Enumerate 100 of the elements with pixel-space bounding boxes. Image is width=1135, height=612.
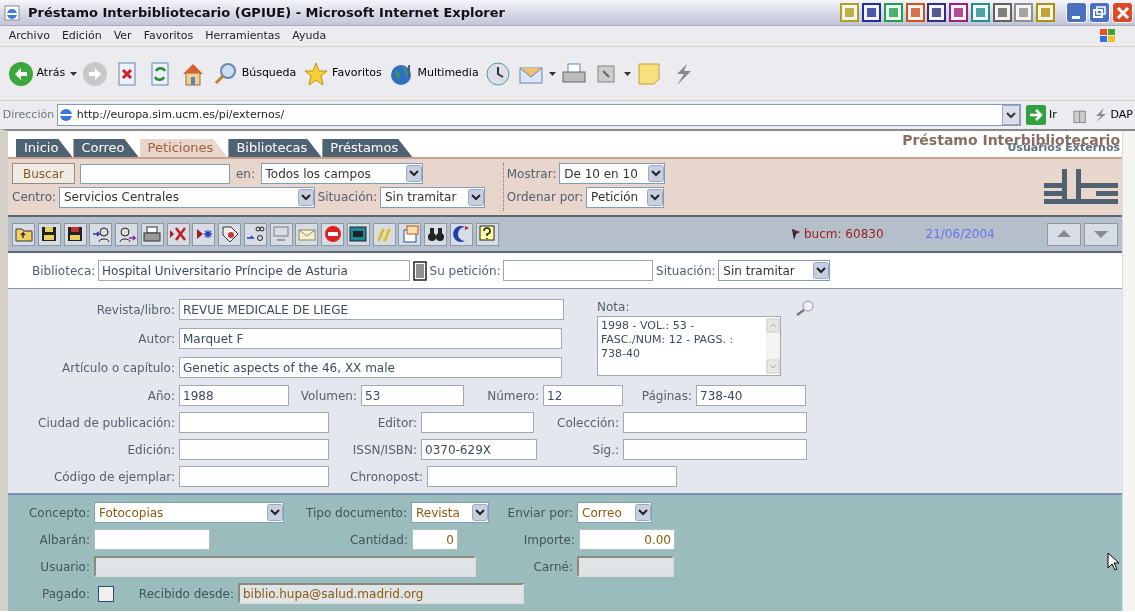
page-size-select[interactable]: De 10 en 10 [559, 163, 666, 184]
previous-button[interactable] [1047, 222, 1082, 246]
field-label: Volumen: [299, 387, 358, 405]
app-shortcut-icon[interactable] [862, 3, 881, 22]
toolbar-button[interactable] [89, 222, 113, 246]
app-shortcut-icon[interactable] [927, 3, 947, 22]
links-button[interactable]: DAP [1089, 104, 1135, 126]
dropdown-caret-icon[interactable] [69, 71, 77, 76]
toolbar-button[interactable]: Favoritos [301, 58, 384, 89]
chevron-icon [297, 188, 314, 206]
centro-select[interactable]: Servicios Centrales [58, 186, 315, 208]
text-field[interactable]: 0.00 [579, 529, 675, 550]
toolbar-button[interactable]: Multimedia [386, 58, 481, 89]
tab[interactable]: Peticiones [139, 139, 228, 157]
person-arrow-icon [116, 224, 137, 244]
field-label: Año: [146, 387, 176, 405]
app-shortcut-icon[interactable] [992, 3, 1012, 22]
tab[interactable]: Correo [73, 139, 139, 157]
menu-item[interactable]: Ver [107, 27, 138, 45]
tab[interactable]: Bibliotecas [228, 139, 322, 157]
search-button[interactable]: Buscar [12, 163, 75, 184]
text-field[interactable] [179, 439, 329, 460]
numbers-icon [245, 224, 266, 244]
tab[interactable]: Préstamos [322, 139, 413, 157]
search-icon [212, 60, 239, 87]
app-shortcut-icon[interactable] [949, 3, 968, 22]
toolbar-button[interactable] [346, 222, 370, 246]
text-field[interactable] [623, 439, 807, 460]
toolbar-button[interactable]: Búsqueda [210, 58, 299, 89]
toolbar-button[interactable] [115, 222, 138, 246]
field-label: Chronopost: [349, 468, 424, 486]
toolbar-button[interactable] [243, 222, 267, 246]
field-label: Cantidad: [349, 531, 409, 549]
dropdown[interactable]: Correo [577, 502, 652, 523]
text-field[interactable] [503, 260, 654, 281]
next-button[interactable] [1084, 222, 1118, 246]
toolbar-button[interactable] [218, 222, 241, 246]
field-label: Situación: [317, 189, 378, 207]
menu-item[interactable]: Ayuda [286, 27, 333, 45]
text-field[interactable] [179, 412, 329, 433]
text-field[interactable] [421, 412, 534, 433]
text-field[interactable]: 738-40 [696, 385, 806, 406]
address-field[interactable]: http://europa.sim.ucm.es/pi/externos/ [56, 104, 1022, 126]
computer-icon [271, 224, 291, 244]
toolbar-button[interactable]: Atrás [5, 58, 68, 89]
text-field[interactable] [179, 466, 329, 487]
text-field[interactable] [623, 412, 807, 433]
field-label: ISSN/ISBN: [351, 441, 418, 459]
text-field[interactable] [94, 529, 210, 550]
list-icon[interactable] [412, 260, 427, 281]
dropdown-caret-icon[interactable] [548, 71, 556, 76]
field-label: Pagado: [40, 585, 91, 603]
search-field-select[interactable]: Todos los campos [260, 163, 423, 184]
dropdown[interactable]: Fotocopias [94, 502, 284, 523]
toolbar-button[interactable] [166, 222, 190, 246]
toolbar-button[interactable] [140, 222, 164, 246]
text-field[interactable] [427, 466, 677, 487]
field-label: Su petición: [429, 262, 501, 280]
text-field[interactable]: Genetic aspects of the 46, XX male [179, 357, 562, 378]
minimize-icon[interactable] [1066, 2, 1087, 23]
magnifier-icon[interactable] [795, 300, 815, 316]
text-field[interactable]: 12 [543, 385, 623, 406]
text-field[interactable]: REVUE MEDICALE DE LIEGE [179, 299, 564, 320]
note-field[interactable]: 1998 - VOL.: 53 - FASC./NUM: 12 - PAGS. : 738-40 [597, 316, 781, 376]
status-select[interactable]: Sin tramitar [379, 186, 485, 208]
toolbar-button[interactable] [37, 222, 61, 246]
go-button[interactable]: Ir [1024, 103, 1059, 127]
scrollbar[interactable] [1122, 131, 1135, 611]
menu-item[interactable]: Archivo [2, 27, 56, 45]
field-label: Situación: [656, 262, 716, 280]
checkbox[interactable] [98, 585, 114, 602]
text-field[interactable]: 53 [361, 385, 464, 406]
text-field[interactable]: 0370-629X [421, 439, 537, 460]
restore-icon[interactable] [1089, 2, 1110, 23]
toolbar-button[interactable] [192, 222, 216, 246]
tab[interactable]: Inicio [16, 139, 73, 157]
sort-select[interactable]: Petición [586, 186, 665, 208]
close-icon[interactable] [1112, 2, 1133, 23]
toolbar-button[interactable] [63, 222, 87, 246]
menu-item[interactable]: Herramientas [199, 27, 287, 45]
toolbar-button[interactable] [449, 222, 473, 246]
text-field[interactable]: Hospital Universitario Príncipe de Asturia [98, 260, 411, 281]
status-select[interactable]: Sin tramitar [718, 260, 831, 281]
dropdown-caret-icon[interactable] [624, 71, 632, 76]
search-field[interactable] [80, 163, 231, 184]
text-field[interactable]: 0 [412, 529, 458, 550]
chevron-icon [635, 504, 651, 521]
text-field[interactable]: Marquet F [179, 328, 562, 349]
scrollbar[interactable] [766, 318, 780, 374]
field-label: Tipo documento: [305, 504, 408, 522]
toolbar-button[interactable] [475, 222, 499, 246]
field-label: Código de ejemplar: [52, 468, 176, 486]
menu-item[interactable]: Favoritos [137, 27, 200, 45]
dropdown[interactable]: Revista [411, 502, 489, 523]
toolbar-button[interactable] [424, 222, 447, 246]
text-field[interactable]: 1988 [179, 385, 289, 406]
address-label: Dirección [2, 106, 55, 123]
menu-item[interactable]: Edición [55, 27, 108, 45]
field-label: Enviar por: [506, 504, 574, 522]
toolbar-button[interactable] [12, 222, 35, 246]
